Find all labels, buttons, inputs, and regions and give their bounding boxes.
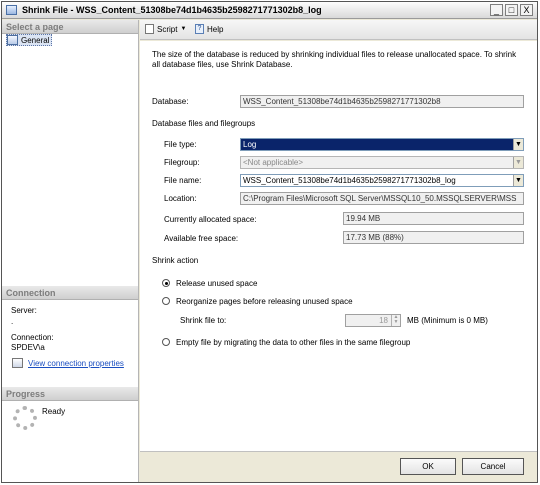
- title-bar: Shrink File - WSS_Content_51308be74d1b46…: [2, 2, 537, 19]
- file-name-label: File name:: [164, 176, 202, 185]
- database-label: Database:: [152, 97, 189, 106]
- chevron-down-icon: ▼: [180, 26, 187, 32]
- database-field: WSS_Content_51308be74d1b4635b25982717713…: [240, 95, 524, 108]
- select-page-header: Select a page: [2, 20, 138, 34]
- filegroup-select: <Not applicable> ▼: [240, 156, 524, 169]
- shrink-unit-label: MB (Minimum is 0 MB): [407, 316, 488, 325]
- empty-file-radio[interactable]: [162, 338, 170, 346]
- help-icon: ?: [195, 24, 204, 34]
- connection-label: Connection:: [11, 333, 54, 342]
- file-name-select[interactable]: WSS_Content_51308be74d1b4635b25982717713…: [240, 174, 524, 187]
- shrink-stepper: ▲ ▼: [391, 315, 400, 326]
- shrink-file-to-value: 18: [379, 316, 388, 325]
- allocated-label: Currently allocated space:: [164, 215, 257, 224]
- general-page: The size of the database is reduced by s…: [140, 41, 537, 451]
- release-unused-label[interactable]: Release unused space: [176, 279, 257, 288]
- window-icon: [6, 5, 17, 15]
- file-type-label: File type:: [164, 140, 197, 149]
- minimize-button[interactable]: _: [490, 4, 503, 16]
- shrink-action-header: Shrink action: [152, 256, 199, 265]
- connection-value: SPDEV\a: [11, 343, 45, 352]
- properties-icon: [12, 358, 23, 368]
- release-unused-radio[interactable]: [162, 279, 170, 287]
- maximize-button[interactable]: □: [505, 4, 518, 16]
- page-icon: [7, 35, 18, 45]
- view-connection-properties-link[interactable]: View connection properties: [28, 359, 124, 368]
- chevron-down-icon: ▼: [513, 157, 523, 168]
- server-label: Server:: [11, 306, 37, 315]
- main-panel: Script ▼ ? Help The size of the database…: [140, 20, 537, 482]
- help-button[interactable]: ? Help: [195, 24, 223, 34]
- window-title: Shrink File - WSS_Content_51308be74d1b46…: [22, 5, 322, 15]
- file-type-value: Log: [243, 140, 257, 149]
- dialog-footer: OK Cancel: [140, 451, 537, 482]
- location-label: Location:: [164, 194, 197, 203]
- server-value: .: [11, 317, 14, 326]
- progress-header: Progress: [2, 387, 138, 401]
- script-icon: [145, 24, 154, 34]
- reorganize-label[interactable]: Reorganize pages before releasing unused…: [176, 297, 353, 306]
- free-space-label: Available free space:: [164, 234, 239, 243]
- chevron-down-icon[interactable]: ▼: [513, 175, 523, 186]
- file-name-value: WSS_Content_51308be74d1b4635b25982717713…: [243, 176, 456, 185]
- ok-button[interactable]: OK: [400, 458, 456, 475]
- free-space-field: 17.73 MB (88%): [343, 231, 524, 244]
- shrink-file-dialog: Shrink File - WSS_Content_51308be74d1b46…: [1, 1, 538, 483]
- connection-header: Connection: [2, 286, 138, 300]
- reorganize-radio[interactable]: [162, 297, 170, 305]
- progress-spinner-icon: [13, 406, 37, 430]
- empty-file-label[interactable]: Empty file by migrating the data to othe…: [176, 338, 410, 347]
- files-group-header: Database files and filegroups: [152, 119, 256, 128]
- file-type-select[interactable]: Log ▼: [240, 138, 524, 151]
- script-button[interactable]: Script ▼: [145, 24, 186, 34]
- toolbar: Script ▼ ? Help: [140, 20, 537, 40]
- allocated-field: 19.94 MB: [343, 212, 524, 225]
- filegroup-value: <Not applicable>: [243, 158, 304, 167]
- filegroup-label: Filegroup:: [164, 158, 200, 167]
- script-label: Script: [157, 24, 178, 34]
- shrink-file-to-label: Shrink file to:: [180, 316, 227, 325]
- progress-status: Ready: [42, 407, 66, 416]
- close-button[interactable]: X: [520, 4, 533, 16]
- chevron-down-icon[interactable]: ▼: [513, 139, 523, 150]
- page-general-label: General: [21, 35, 50, 45]
- location-field: C:\Program Files\Microsoft SQL Server\MS…: [240, 192, 524, 205]
- page-general[interactable]: General: [6, 34, 53, 46]
- description-text: The size of the database is reduced by s…: [152, 50, 517, 69]
- cancel-button[interactable]: Cancel: [462, 458, 524, 475]
- help-label: Help: [207, 24, 224, 34]
